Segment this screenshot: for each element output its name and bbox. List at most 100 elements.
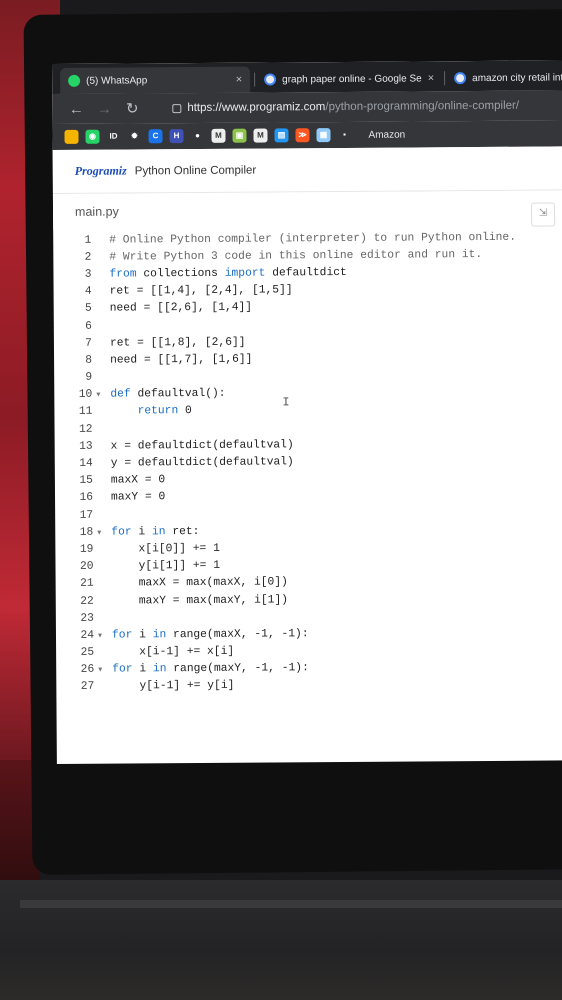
tab-title: graph paper online - Google Se [282,72,422,85]
reload-icon[interactable]: ↻ [118,99,146,117]
code-text: maxX = 0 [105,474,165,486]
gear-icon[interactable]: ✹ [127,129,142,144]
bookmark-amazon[interactable]: Amazon [368,129,405,140]
code-text: y[i-1] += y[i] [106,680,234,693]
line-number: 17 [79,509,94,522]
laptop-keyboard-deck [0,880,562,1000]
code-token: ret = [[1,4], [2,4], [1,5]] [109,284,293,298]
code-text: ret = [[1,4], [2,4], [1,5]] [104,284,293,297]
code-token: maxX = max(maxX, i[0]) [111,576,288,590]
code-keyword: in [152,663,167,676]
code-text: for i in range(maxY, -1, -1): [106,663,309,676]
programiz-logo[interactable]: Programiz [75,163,127,178]
code-text: for i in range(maxX, -1, -1): [106,628,309,641]
line-number: 20 [79,560,94,573]
code-token: maxY = 0 [110,491,166,505]
close-icon[interactable]: × [428,72,435,84]
code-text: need = [[2,6], [1,4]] [104,302,252,315]
bookmark-icon[interactable]: ▪ [337,127,352,143]
tab-separator [254,72,256,87]
tab-strip: (5) WhatsApp × graph paper online - Goog… [52,60,562,94]
whatsapp-icon[interactable]: ◉ [85,129,100,144]
url-domain: https://www.programiz.com [187,101,326,115]
code-text: y = defaultdict(defaultval) [105,456,294,469]
code-text: x[i[0]] += 1 [105,542,220,556]
code-token: range(maxY, -1, -1): [166,662,309,676]
m-icon[interactable]: M [253,128,268,143]
code-token: defaultval(): [130,388,226,401]
line-number: 1 [84,234,92,247]
fold-toggle-icon[interactable]: ▾ [98,631,106,641]
address-bar-row: ← → ↻ https://www.programiz.com/python-p… [52,90,562,124]
bookmark-icon[interactable]: ▤ [274,128,289,143]
fold-toggle-icon[interactable]: ▾ [98,665,106,675]
line-number: 3 [84,268,92,281]
code-token: x[i-1] += x[i] [112,645,235,659]
lock-icon [172,103,182,113]
code-token: y[i-1] += y[i] [112,680,235,694]
code-token: i [132,629,153,642]
code-text: # Write Python 3 code in this online edi… [103,249,482,264]
line-number: 23 [80,612,94,625]
line-number: 15 [79,474,93,488]
code-text: # Online Python compiler (interpreter) t… [103,231,516,246]
line-number: 6 [85,320,92,333]
id-icon[interactable]: ID [106,129,121,144]
google-icon [264,73,277,86]
close-icon[interactable]: × [236,74,243,86]
code-comment: # Write Python 3 code in this online edi… [109,248,483,264]
page-title: Python Online Compiler [134,164,257,177]
m-icon[interactable]: M [211,128,226,143]
line-number: 19 [79,543,94,556]
code-keyword: in [152,629,167,642]
line-number: 12 [78,423,93,436]
line-number: 7 [85,337,92,350]
code-text: x[i-1] += x[i] [106,646,234,659]
line-number: 11 [78,406,93,419]
fold-toggle-icon[interactable]: ▾ [97,527,105,537]
tab-whatsapp[interactable]: (5) WhatsApp × [60,66,251,94]
tab-title: amazon city retail int [472,71,562,84]
editor-header: main.py ⇲ [52,190,562,230]
c-icon[interactable]: C [148,129,163,144]
code-token: i [131,526,152,539]
line-number: 21 [80,578,94,591]
collapse-icon[interactable]: ⇲ [530,202,556,227]
url-field[interactable]: https://www.programiz.com/python-program… [172,97,519,117]
google-icon [454,72,467,85]
code-keyword: from [109,268,137,281]
code-text: def defaultval(): [104,388,225,401]
github-icon[interactable]: ● [190,128,205,144]
code-editor[interactable]: 1 # Online Python compiler (interpreter) … [53,228,562,696]
code-token: need = [[1,7], [1,6]] [110,353,253,367]
line-number: 2 [84,251,92,264]
code-token: x[i[0]] += 1 [111,542,220,556]
bookmark-icon[interactable]: ▦ [316,128,331,143]
browser-window: (5) WhatsApp × graph paper online - Goog… [52,60,562,764]
tab-amazon-city-retail[interactable]: amazon city retail int [446,64,562,91]
line-number: 8 [85,354,93,367]
code-token: ret = [[1,8], [2,6]] [109,336,246,350]
tab-separator [444,71,446,86]
whatsapp-icon [68,74,81,87]
bookmark-icon[interactable] [64,129,79,144]
forward-arrow-icon[interactable]: → [90,100,118,117]
h-icon[interactable]: H [169,129,184,144]
file-tab-main-py[interactable]: main.py [75,205,119,219]
line-number: 25 [80,646,95,659]
tab-graph-paper[interactable]: graph paper online - Google Se × [256,65,442,92]
code-keyword: def [110,388,131,401]
code-comment: # Online Python compiler (interpreter) t… [109,231,517,247]
fold-toggle-icon[interactable]: ▾ [96,390,104,400]
line-number: 9 [85,371,93,384]
text-cursor-icon: I [282,395,290,410]
back-arrow-icon[interactable]: ← [62,100,90,117]
code-token: range(maxX, -1, -1): [166,628,309,642]
line-number: 14 [79,457,93,470]
code-token: 0 [178,405,192,418]
code-keyword: for [111,629,133,642]
code-line[interactable]: 27 y[i-1] += y[i] [56,675,562,696]
bookmark-icon[interactable]: ≫ [295,128,310,143]
bookmark-icon[interactable]: ▣ [232,128,247,143]
